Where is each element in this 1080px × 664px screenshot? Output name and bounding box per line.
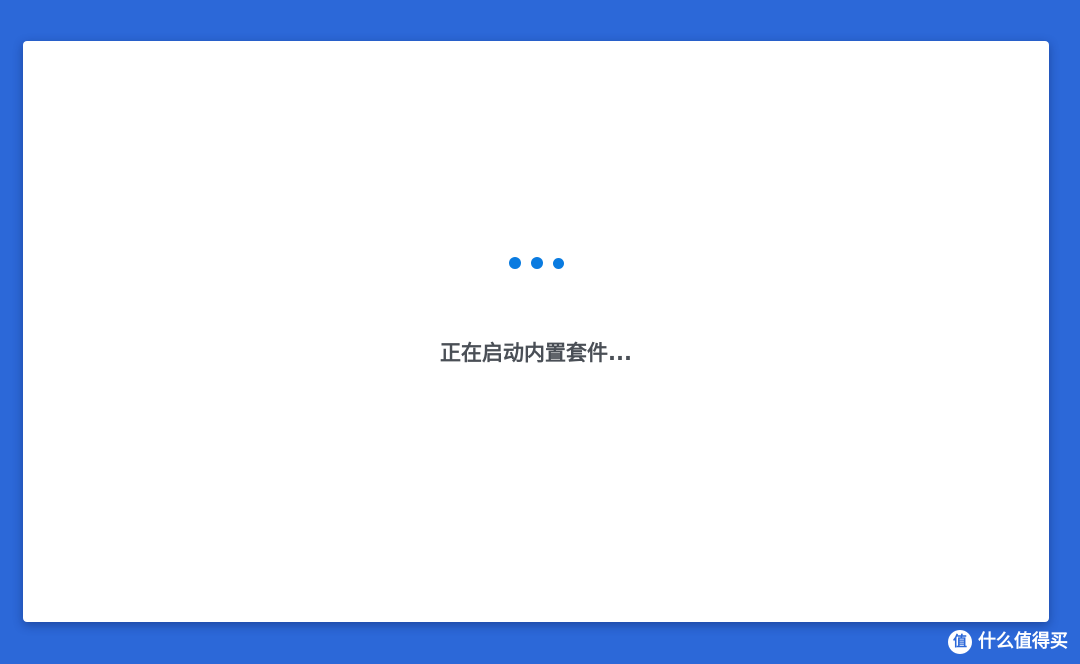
- loading-status-text: 正在启动内置套件...: [440, 341, 632, 365]
- watermark: 值 什么值得买: [948, 630, 1068, 654]
- loading-spinner: [23, 257, 1049, 269]
- watermark-text: 什么值得买: [978, 631, 1068, 652]
- loading-dot-icon: [508, 257, 521, 269]
- loading-dot-icon: [530, 257, 543, 269]
- loading-dot-icon: [552, 257, 564, 269]
- loading-dialog: 正在启动内置套件...: [23, 41, 1049, 622]
- smzdm-logo-icon: 值: [948, 630, 972, 654]
